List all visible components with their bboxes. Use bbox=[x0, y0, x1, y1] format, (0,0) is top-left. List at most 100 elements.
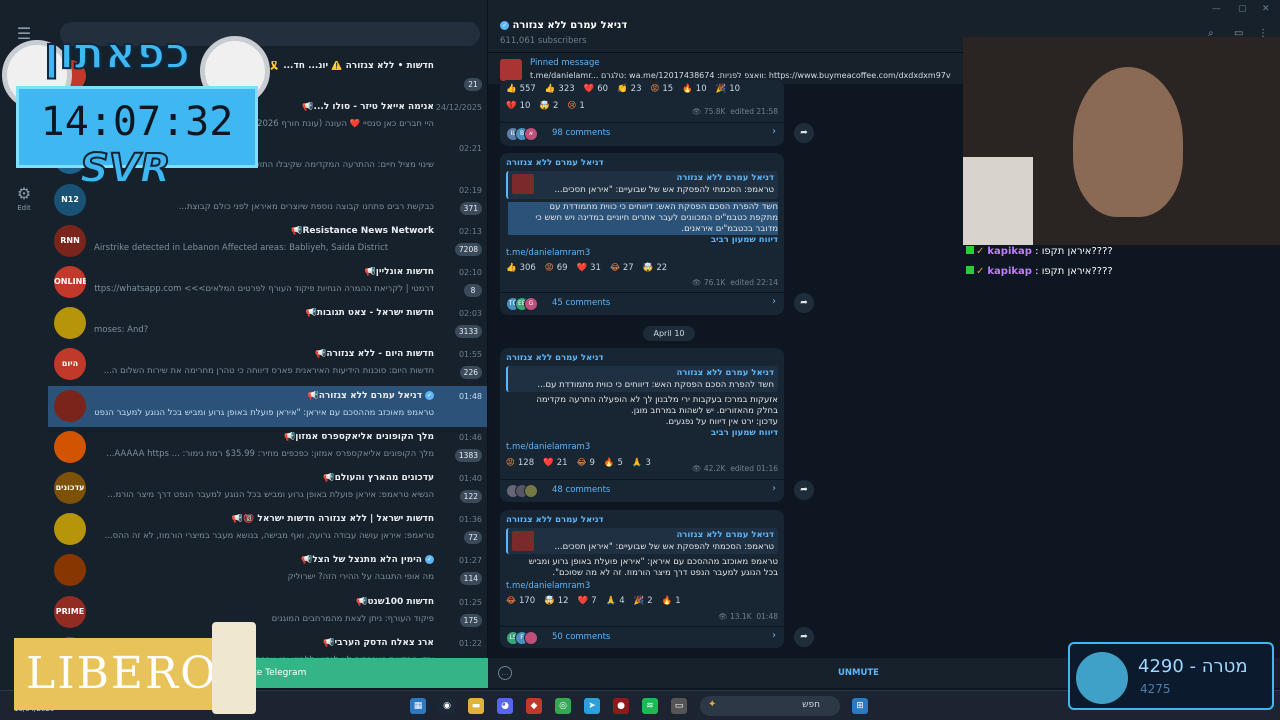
app-icon[interactable]: ◆ bbox=[526, 698, 542, 714]
reaction-chip[interactable]: 🙏 3 bbox=[632, 458, 651, 468]
file-explorer-icon[interactable]: ▬ bbox=[468, 698, 484, 714]
comment-icon[interactable]: … bbox=[498, 666, 512, 680]
reaction-chip[interactable]: 🙏 4 bbox=[606, 596, 625, 606]
comments-button[interactable]: IL B א 98 comments › bbox=[500, 122, 784, 144]
chat-title: Resistance News Network📢 bbox=[94, 226, 434, 236]
message-bubble: דניאל עמרם ללא צנזורה דניאל עמרם ללא צנז… bbox=[500, 510, 784, 648]
window-icon[interactable]: ▭ bbox=[671, 698, 687, 714]
message-link[interactable]: t.me/danielamram3 bbox=[506, 581, 590, 591]
channel-icon: 📢 bbox=[305, 308, 317, 319]
message-author[interactable]: דניאל עמרם ללא צנזורה bbox=[506, 515, 604, 525]
share-button[interactable]: ➦ bbox=[794, 627, 814, 647]
comments-button[interactable]: TO EB G 45 comments › bbox=[500, 292, 784, 314]
reaction-chip[interactable]: 🎉 2 bbox=[634, 596, 653, 606]
close-icon[interactable]: ✕ bbox=[1262, 4, 1270, 14]
reaction-chip[interactable]: 😂 9 bbox=[577, 458, 595, 468]
chat-time: 01:55 bbox=[458, 350, 482, 360]
reaction-chip[interactable]: 😂 27 bbox=[610, 263, 634, 273]
reply-quote[interactable]: דניאל עמרם ללא צנזורה טראמפ: הסכמתי להפס… bbox=[506, 171, 778, 199]
reaction-chip[interactable]: 👍 323 bbox=[545, 84, 575, 94]
chat-list-item[interactable]: ✓דניאל עמרם ללא צנזורה📢 01:48 טראמפ מאוכזב… bbox=[48, 385, 487, 427]
chat-list-item[interactable]: PRIME חדשות 100שנט📢 01:25 פיקוד העורף: ניתן… bbox=[48, 592, 487, 633]
message-link[interactable]: t.me/danielamram3 bbox=[506, 442, 590, 452]
message-link[interactable]: t.me/danielamram3 bbox=[506, 248, 590, 258]
discord-icon[interactable]: ◕ bbox=[497, 698, 513, 714]
reaction-chip[interactable]: 🔥 1 bbox=[662, 596, 681, 606]
reaction-chip[interactable]: 😡 128 bbox=[506, 458, 534, 468]
reactions-row: 👍 306 😡 69 ❤️ 31 😂 27 🤯 22 bbox=[506, 263, 676, 277]
reaction-chip[interactable]: 🤯 2 bbox=[539, 101, 558, 111]
pinned-label: Pinned message bbox=[530, 58, 600, 68]
reply-quote[interactable]: דניאל עמרם ללא צנזורה חשד להפרת הסכם הפס… bbox=[506, 366, 778, 392]
reaction-chip[interactable]: 👏 23 bbox=[617, 84, 641, 94]
reaction-chip[interactable]: 😢 1 bbox=[567, 101, 584, 111]
reaction-chip[interactable]: 👍 306 bbox=[506, 263, 536, 273]
reaction-emoji: 👍 bbox=[544, 84, 556, 94]
minimize-icon[interactable]: — bbox=[1212, 4, 1221, 14]
reaction-chip[interactable]: 😂 170 bbox=[506, 596, 535, 606]
comments-button[interactable]: 48 comments › bbox=[500, 479, 784, 501]
unread-badge: 226 bbox=[459, 366, 482, 380]
widgets-icon[interactable]: ▦ bbox=[410, 698, 426, 714]
comments-count: 45 comments bbox=[552, 298, 611, 308]
reaction-chip[interactable]: 😡 69 bbox=[545, 263, 568, 273]
channel-icon: 📢 bbox=[323, 473, 335, 483]
reaction-emoji: 🤯 bbox=[539, 101, 551, 111]
share-button[interactable]: ➦ bbox=[794, 123, 814, 143]
reaction-count: 4 bbox=[619, 596, 625, 606]
chat-preview: מה אופי התגובה על ההירי הזה? ישרוליק bbox=[287, 572, 434, 583]
reaction-chip[interactable]: 🤯 22 bbox=[643, 263, 667, 273]
reaction-chip[interactable]: 🔥 5 bbox=[604, 458, 623, 468]
message-author[interactable]: דניאל עמרם ללא צנזורה bbox=[506, 353, 604, 363]
reaction-chip[interactable]: 🎉 10 bbox=[716, 84, 740, 94]
chat-time: 01:48 bbox=[458, 391, 482, 401]
edit-folders-icon[interactable]: ⚙ bbox=[14, 186, 34, 202]
reaction-chip[interactable]: 💔 10 bbox=[506, 101, 530, 111]
chat-list-item[interactable]: מלך הקופונים אליאקספרס אמזון📢 01:46 מלך הק… bbox=[48, 427, 487, 468]
chat-preview: כבקשת רבים פתחנו קבוצה נוספת שיוצרים מאי… bbox=[178, 201, 434, 212]
comments-button[interactable]: LS F 50 comments › bbox=[500, 626, 784, 648]
chat-list-item[interactable]: היום חדשות היום - ללא צנזורה📢 01:55 חדשות ה… bbox=[48, 344, 487, 385]
chat-list-item[interactable]: חדשות ישראל - צאט תגובות📢 02:03 moses: And… bbox=[48, 303, 487, 344]
reaction-count: 27 bbox=[622, 263, 634, 273]
unread-badge: 7208 bbox=[454, 242, 482, 256]
reaction-chip[interactable]: 🔥 10 bbox=[682, 84, 706, 94]
chat-list-item[interactable]: ✓הימין הלא מתנצל של הצל📢 01:27 מה אופי התג… bbox=[48, 550, 487, 591]
share-button[interactable]: ➦ bbox=[794, 293, 814, 313]
chat-list-item[interactable]: ONLINE חדשות אונליין📢 02:10 דרמטי | לקריאת … bbox=[48, 262, 487, 303]
channel-title[interactable]: דניאל עמרם ללא צנזורה ✓ bbox=[500, 20, 627, 31]
chevron-right-icon: › bbox=[772, 630, 776, 641]
channel-icon: 📢 bbox=[315, 349, 327, 360]
maximize-icon[interactable]: ▢ bbox=[1238, 4, 1247, 14]
telegram-icon[interactable]: ➤ bbox=[584, 698, 600, 714]
reaction-chip[interactable]: ❤️ 60 bbox=[584, 84, 608, 94]
message-author[interactable]: דניאל עמרם ללא צנזורה bbox=[506, 158, 604, 168]
chat-list-item[interactable]: עדכונים עדכונים מהארץ והעולם📢 01:40 הנשיא ט… bbox=[48, 468, 487, 509]
obs-icon[interactable]: ● bbox=[613, 698, 629, 714]
chat-title: חדשות ישראל - צאט תגובות📢 bbox=[94, 308, 434, 318]
chat-list-item[interactable]: חדשות ישראל | ללא צנזורה חדשות ישראל 🔞📢 0… bbox=[48, 509, 487, 550]
reaction-chip[interactable]: 👍 557 bbox=[506, 84, 536, 94]
spotify-icon[interactable]: ≋ bbox=[642, 698, 658, 714]
start-icon[interactable]: ⊞ bbox=[852, 698, 868, 714]
reaction-chip[interactable]: ❤️ 7 bbox=[578, 596, 597, 606]
reaction-chip[interactable]: 😡 15 bbox=[651, 84, 674, 94]
quote-text: חשד להפרת הסכם הפסקת האש: דיווחים כי כוו… bbox=[537, 380, 774, 390]
chat-avatar bbox=[54, 389, 86, 422]
unmute-button[interactable]: UNMUTE bbox=[838, 668, 879, 678]
reactions-row: 👍 557 👍 323 ❤️ 60 👏 23 😡 15 🔥 10 🎉 10 bbox=[506, 84, 749, 98]
steam-icon[interactable]: ◉ bbox=[439, 698, 455, 714]
verified-icon: ✓ bbox=[500, 20, 509, 30]
reply-quote[interactable]: דניאל עמרם ללא צנזורה טראמפ: הסכמתי להפס… bbox=[506, 528, 778, 554]
reaction-chip[interactable]: 🤯 12 bbox=[544, 596, 568, 606]
reaction-emoji: ❤️ bbox=[577, 596, 589, 606]
chrome-icon[interactable]: ◎ bbox=[555, 698, 571, 714]
taskbar-search[interactable]: ✦ חפש bbox=[700, 696, 840, 716]
chat-time: 02:10 bbox=[458, 268, 482, 277]
chat-list-item[interactable]: RNN Resistance News Network📢 02:13 Airstrik… bbox=[48, 221, 487, 262]
reaction-count: 23 bbox=[630, 84, 642, 94]
share-button[interactable]: ➦ bbox=[794, 480, 814, 500]
reaction-chip[interactable]: ❤️ 21 bbox=[543, 458, 567, 468]
reaction-chip[interactable]: ❤️ 31 bbox=[577, 263, 601, 273]
edit-folders-label[interactable]: Edit bbox=[4, 204, 44, 212]
